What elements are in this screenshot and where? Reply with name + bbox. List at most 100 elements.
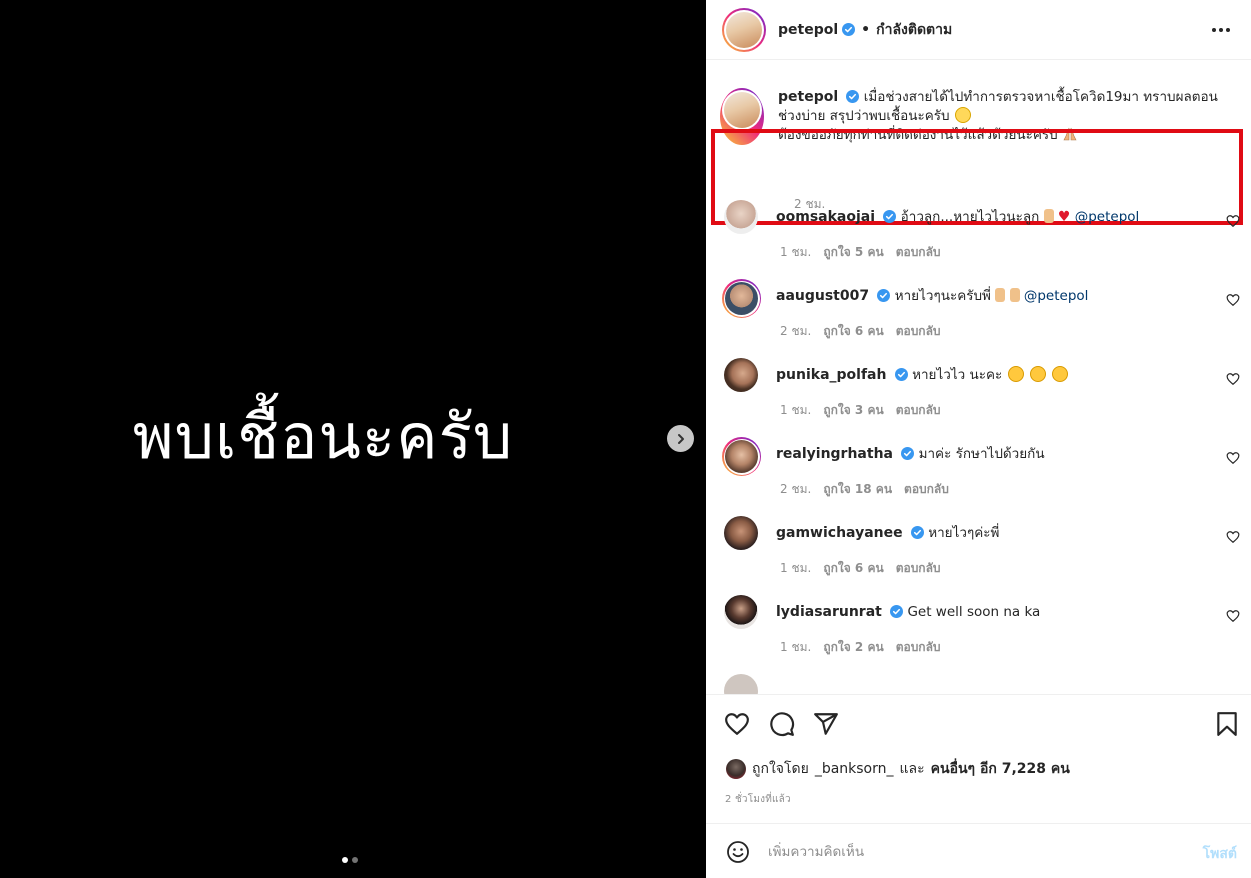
comment-body: oomsakaojai อ้าวลูก...หายไวไวนะลูก ♥ @pe… (776, 208, 1206, 227)
comment-body: lydiasarunrat Get well soon na ka (776, 603, 1206, 622)
verified-badge-icon (883, 210, 897, 223)
comment-likes[interactable]: ถูกใจ 18 คน (823, 480, 892, 499)
comment-time: 2 ชม. (780, 482, 812, 496)
emoji-picker-icon[interactable] (726, 840, 750, 864)
slide-dot-active (342, 857, 348, 863)
comment-text: หายไวๆนะครับพี่ (894, 288, 991, 304)
comment-text: Get well soon na ka (907, 604, 1041, 620)
author-avatar (726, 11, 762, 48)
caption-line-1: เมื่อช่วงสายได้ไปทำการตรวจหาเชื้อโควิด19… (778, 89, 1218, 124)
caption-username[interactable]: petepol (778, 89, 838, 105)
like-comment-heart-icon[interactable] (1226, 609, 1240, 623)
liked-by-summary: ถูกใจโดย _banksorn_ และ คนอื่นๆ อีก 7,22… (726, 758, 1070, 780)
liker-avatar[interactable] (726, 759, 746, 779)
comment-reply-button[interactable]: ตอบกลับ (896, 638, 941, 657)
comment-mention[interactable]: @petepol (1024, 288, 1089, 304)
liked-by-user[interactable]: _banksorn_ (815, 761, 894, 777)
comment-likes[interactable]: ถูกใจ 3 คน (823, 401, 883, 420)
like-comment-heart-icon[interactable] (1226, 451, 1240, 465)
comment-body: aaugust007 หายไวๆนะครับพี่ @petepol (776, 287, 1206, 306)
comment-reply-button[interactable]: ตอบกลับ (896, 559, 941, 578)
post-media: พบเชื้อนะครับ (0, 0, 706, 878)
comment-meta: 1 ชม. ถูกใจ 6 คน ตอบกลับ (780, 559, 941, 578)
comment-time: 1 ชม. (780, 640, 812, 654)
comment-item: oomsakaojai อ้าวลูก...หายไวไวนะลูก ♥ @pe… (722, 200, 1242, 270)
chevron-right-icon (677, 433, 684, 444)
more-icon (1212, 28, 1230, 32)
caption-avatar (724, 92, 760, 128)
like-comment-heart-icon[interactable] (1226, 214, 1240, 228)
following-button[interactable]: กำลังติดตาม (876, 19, 952, 41)
comment-reply-button[interactable]: ตอบกลับ (896, 243, 941, 262)
victory-hand-emoji-icon (1009, 288, 1020, 302)
victory-hand-emoji-icon (1043, 209, 1054, 223)
more-options-button[interactable] (1209, 18, 1233, 42)
comment-meta: 1 ชม. ถูกใจ 2 คน ตอบกลับ (780, 638, 941, 657)
comment-likes[interactable]: ถูกใจ 6 คน (823, 559, 883, 578)
liked-by-prefix: ถูกใจโดย (752, 761, 809, 777)
comment-avatar-ring[interactable] (722, 279, 761, 318)
comment-username[interactable]: aaugust007 (776, 288, 869, 304)
comment-item: aaugust007 หายไวๆนะครับพี่ @petepol 2 ชม… (722, 279, 1242, 349)
comment-avatar[interactable] (724, 595, 758, 629)
victory-hand-emoji-icon (995, 288, 1006, 302)
like-comment-heart-icon[interactable] (1226, 372, 1240, 386)
comment-username[interactable]: punika_polfah (776, 367, 886, 383)
comment-text: หายไวไว นะคะ (912, 367, 1003, 383)
author-username[interactable]: petepol (778, 22, 838, 38)
comment-text: อ้าวลูก...หายไวไวนะลูก (900, 209, 1040, 225)
comment-likes[interactable]: ถูกใจ 6 คน (823, 322, 883, 341)
like-comment-heart-icon[interactable] (1226, 293, 1240, 307)
comment-username[interactable]: oomsakaojai (776, 209, 875, 225)
next-slide-button[interactable] (667, 425, 694, 452)
comment-username[interactable]: gamwichayanee (776, 525, 903, 541)
post-side-panel: petepol • กำลังติดตาม petepol เมื่อช่วงส… (706, 0, 1251, 878)
comment-avatar[interactable] (724, 516, 758, 550)
comment-reply-button[interactable]: ตอบกลับ (896, 401, 941, 420)
comment-bubble-icon[interactable] (769, 711, 795, 737)
comment-avatar[interactable] (724, 674, 758, 694)
slide-dot (352, 857, 358, 863)
comment-time: 1 ชม. (780, 561, 812, 575)
comment-time: 1 ชม. (780, 245, 812, 259)
author-avatar-ring[interactable] (722, 7, 766, 52)
liked-by-others[interactable]: คนอื่นๆ อีก 7,228 คน (931, 758, 1070, 780)
like-heart-icon[interactable] (724, 711, 750, 737)
comment-item: punika_polfah หายไวไว นะคะ 1 ชม. ถูกใจ 3… (722, 358, 1242, 428)
comment-list[interactable]: petepol เมื่อช่วงสายได้ไปทำการตรวจหาเชื้… (706, 60, 1251, 694)
add-comment-bar: โพสต์ (706, 823, 1251, 878)
comment-item: lydiasarunrat Get well soon na ka 1 ชม. … (722, 595, 1242, 665)
comment-username[interactable]: realyingrhatha (776, 446, 893, 462)
grin-emoji-icon (954, 107, 971, 123)
heart-eyes-emoji-icon (1007, 366, 1024, 382)
heart-eyes-emoji-icon (1052, 366, 1069, 382)
comment-reply-button[interactable]: ตอบกลับ (904, 480, 949, 499)
comment-item: gamwichayanee หายไวๆค่ะพี่ 1 ชม. ถูกใจ 6… (722, 516, 1242, 586)
comment-body: gamwichayanee หายไวๆค่ะพี่ (776, 524, 1206, 543)
comment-body: punika_polfah หายไวไว นะคะ (776, 366, 1206, 385)
media-caption-text: พบเชื้อนะครับ (132, 400, 514, 473)
comment-avatar[interactable] (724, 200, 758, 234)
verified-badge-icon (901, 447, 915, 460)
post-header: petepol • กำลังติดตาม (706, 0, 1251, 60)
add-comment-input[interactable] (768, 840, 1168, 864)
like-comment-heart-icon[interactable] (1226, 530, 1240, 544)
comment-avatar-ring[interactable] (722, 437, 761, 476)
comment-likes[interactable]: ถูกใจ 2 คน (823, 638, 883, 657)
verified-badge-icon (877, 289, 891, 302)
comment-likes[interactable]: ถูกใจ 5 คน (823, 243, 883, 262)
comment-meta: 1 ชม. ถูกใจ 3 คน ตอบกลับ (780, 401, 941, 420)
comment-username[interactable]: lydiasarunrat (776, 604, 882, 620)
comment-avatar[interactable] (724, 358, 758, 392)
comment-reply-button[interactable]: ตอบกลับ (896, 322, 941, 341)
save-bookmark-icon[interactable] (1214, 711, 1240, 737)
post-comment-button[interactable]: โพสต์ (1203, 843, 1237, 865)
comment-item-partial (722, 674, 1242, 694)
share-send-icon[interactable] (813, 711, 839, 737)
comment-text: หายไวๆค่ะพี่ (928, 525, 1000, 541)
comment-time: 2 ชม. (780, 324, 812, 338)
header-separator: • (861, 21, 871, 38)
comment-mention[interactable]: @petepol (1075, 209, 1140, 225)
post-timestamp: 2 ชั่วโมงที่แล้ว (725, 794, 791, 805)
heart-eyes-emoji-icon (1029, 366, 1046, 382)
